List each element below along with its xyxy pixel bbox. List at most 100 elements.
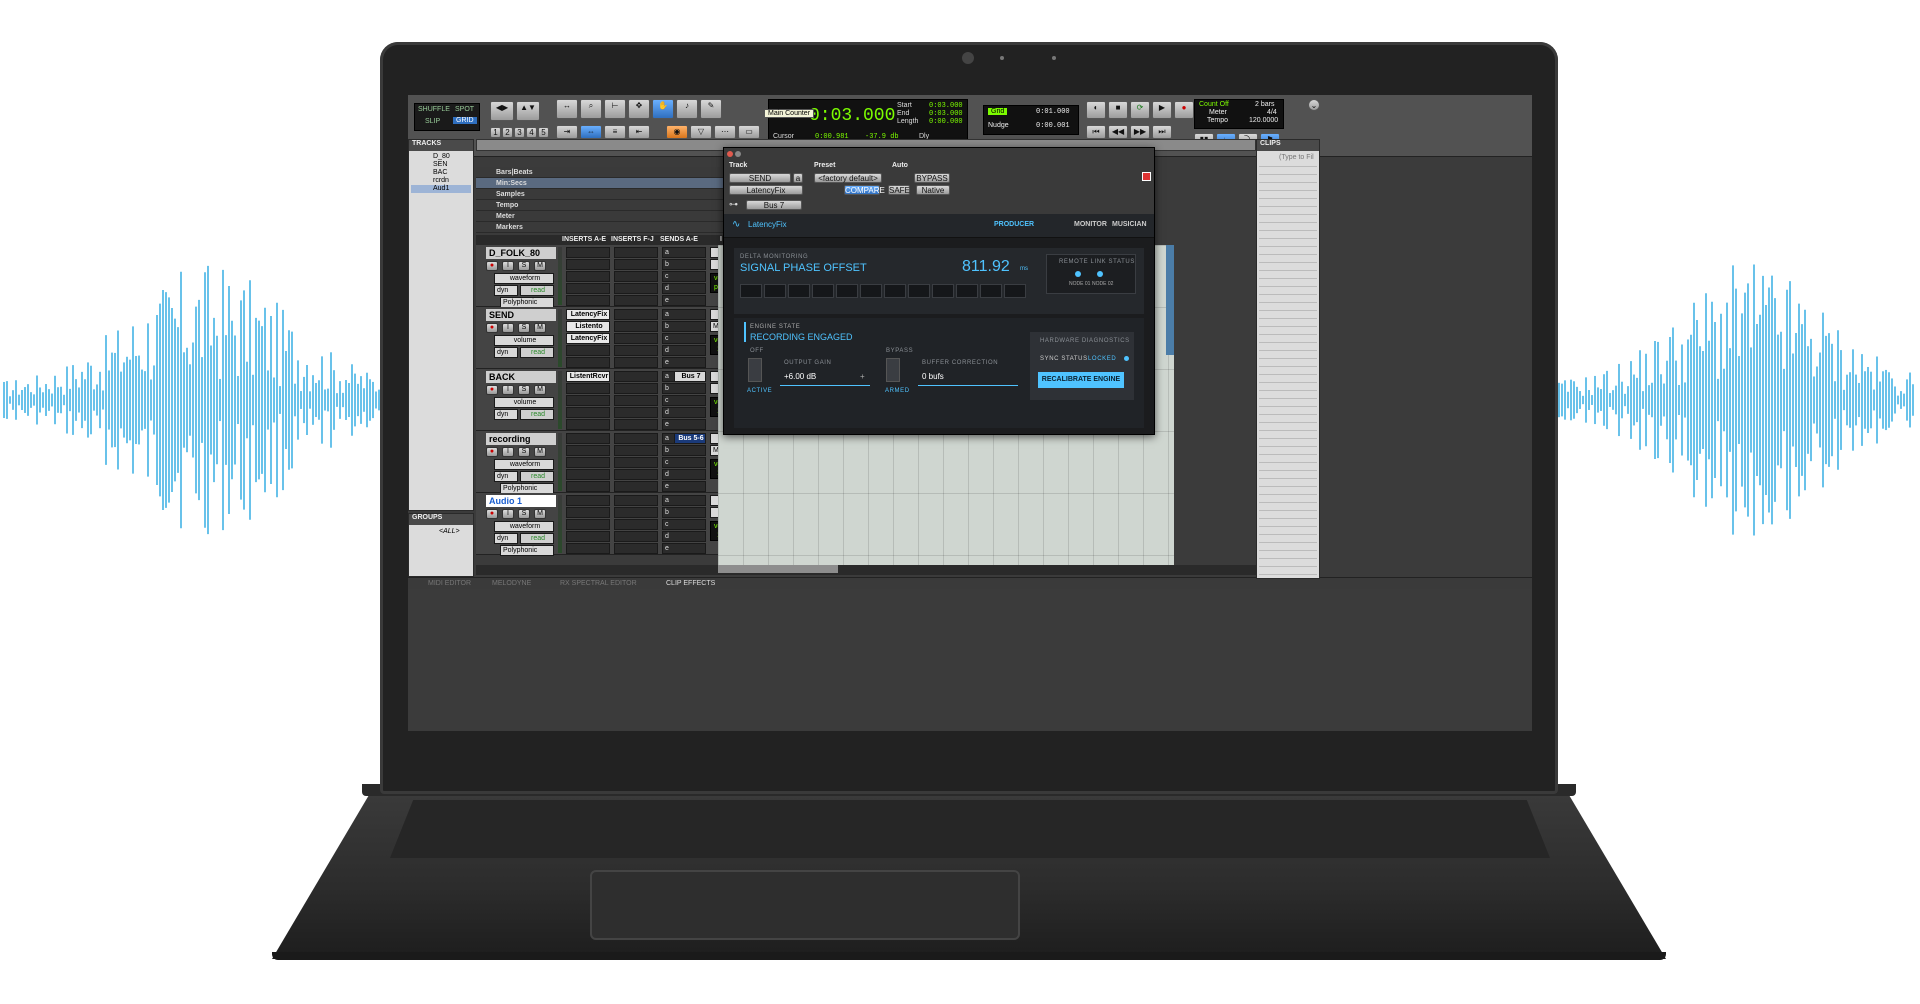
track-view-select[interactable]: waveform bbox=[494, 459, 554, 470]
output-gain-field[interactable]: OUTPUT GAIN +6.00 dB + bbox=[780, 358, 870, 386]
track-list-item[interactable]: D_80 bbox=[411, 153, 471, 161]
track-m-button[interactable]: M bbox=[534, 261, 546, 271]
send-slot[interactable]: a bbox=[662, 247, 706, 258]
mirror-midi-icon[interactable]: ◉ bbox=[666, 125, 688, 139]
buffer-correction-field[interactable]: BUFFER CORRECTION 0 bufs bbox=[918, 358, 1018, 386]
insert-slot[interactable] bbox=[566, 531, 610, 542]
send-slot[interactable]: e bbox=[662, 481, 706, 492]
zoom-preset-1[interactable]: 1 bbox=[490, 127, 501, 138]
tab-rx-spectral-editor[interactable]: RX SPECTRAL EDITOR bbox=[560, 580, 637, 587]
fast-forward-icon[interactable]: ▶▶ bbox=[1130, 125, 1150, 139]
minimize-window-icon[interactable] bbox=[735, 151, 741, 157]
send-slot[interactable]: b bbox=[662, 321, 706, 332]
tempo-value[interactable]: 120.0000 bbox=[1249, 117, 1278, 124]
send-slot[interactable]: c bbox=[662, 333, 706, 344]
go-to-end-icon[interactable]: ⏭ bbox=[1152, 125, 1172, 139]
shuffle-mode-button[interactable]: SHUFFLE bbox=[418, 106, 450, 113]
send-assignment[interactable]: Bus 7 bbox=[674, 371, 706, 382]
toolbar-menu-icon[interactable]: ⌄ bbox=[1308, 99, 1320, 111]
track-i-button[interactable]: I bbox=[502, 323, 514, 333]
insert-slot[interactable] bbox=[614, 469, 658, 480]
insert-slot[interactable] bbox=[614, 457, 658, 468]
track-s-button[interactable]: S bbox=[518, 447, 530, 457]
insert-slot[interactable] bbox=[566, 357, 610, 368]
insert-slot[interactable] bbox=[614, 333, 658, 344]
active-switch[interactable] bbox=[748, 358, 762, 382]
loop-play-icon[interactable]: ⟳ bbox=[1130, 101, 1150, 119]
tab-musician[interactable]: MUSICIAN bbox=[1112, 221, 1147, 228]
insert-slot[interactable] bbox=[614, 383, 658, 394]
record-icon[interactable]: ● bbox=[1174, 101, 1194, 119]
track-s-button[interactable]: S bbox=[518, 261, 530, 271]
track-list-item[interactable]: rcrdn bbox=[411, 177, 471, 185]
insert-slot[interactable] bbox=[566, 469, 610, 480]
play-icon[interactable]: ▶ bbox=[1152, 101, 1172, 119]
track-list-item[interactable]: SEN bbox=[411, 161, 471, 169]
record-arm-icon[interactable]: ● bbox=[486, 509, 498, 519]
insert-slot[interactable] bbox=[614, 271, 658, 282]
send-slot[interactable]: d bbox=[662, 469, 706, 480]
record-arm-icon[interactable]: ● bbox=[486, 323, 498, 333]
track-view-select[interactable]: volume bbox=[494, 335, 554, 346]
insert-slot[interactable] bbox=[566, 433, 610, 444]
plugin-native-button[interactable]: Native bbox=[916, 185, 950, 195]
close-window-icon[interactable] bbox=[727, 151, 733, 157]
track-name[interactable]: BACK bbox=[486, 371, 556, 383]
track-view-select[interactable]: waveform bbox=[494, 273, 554, 284]
clips-search[interactable]: (Type to Fil bbox=[1279, 154, 1314, 161]
insert-slot[interactable] bbox=[614, 357, 658, 368]
insert-slot[interactable] bbox=[566, 259, 610, 270]
insert-slot[interactable]: LatencyFix bbox=[566, 309, 610, 320]
send-slot[interactable]: e bbox=[662, 543, 706, 554]
send-slot[interactable]: d bbox=[662, 407, 706, 418]
insert-slot[interactable] bbox=[614, 295, 658, 306]
plugin-close-icon[interactable] bbox=[1142, 172, 1151, 181]
plugin-preset-select[interactable]: <factory default> bbox=[814, 173, 882, 183]
track-list-item[interactable]: Aud1 bbox=[411, 185, 471, 193]
insert-slot[interactable]: LatencyFix bbox=[566, 333, 610, 344]
insert-slot[interactable] bbox=[566, 543, 610, 554]
insert-slot[interactable] bbox=[614, 283, 658, 294]
send-slot[interactable]: d bbox=[662, 345, 706, 356]
track-m-button[interactable]: M bbox=[534, 385, 546, 395]
dyn-button[interactable]: dyn bbox=[494, 347, 518, 358]
return-to-zero-icon[interactable]: ⏮ bbox=[1086, 125, 1106, 139]
insert-slot[interactable] bbox=[614, 321, 658, 332]
insertion-follows-icon[interactable]: ⇤ bbox=[628, 125, 650, 139]
slip-mode-button[interactable]: SLIP bbox=[425, 118, 440, 125]
automation-mode-select[interactable]: read bbox=[520, 285, 554, 296]
plugin-safe-button[interactable]: SAFE bbox=[888, 185, 910, 195]
send-slot[interactable]: e bbox=[662, 357, 706, 368]
insert-slot[interactable] bbox=[566, 419, 610, 430]
insert-slot[interactable] bbox=[566, 383, 610, 394]
link-track-icon[interactable]: ≡ bbox=[604, 125, 626, 139]
zoom-preset-3[interactable]: 3 bbox=[514, 127, 525, 138]
insert-slot[interactable] bbox=[614, 247, 658, 258]
zoom-horizontal-button[interactable]: ◀▶ bbox=[490, 101, 514, 121]
send-slot[interactable]: e bbox=[662, 419, 706, 430]
automation-follows-icon[interactable]: ⋯ bbox=[714, 125, 736, 139]
group-all[interactable]: <ALL> bbox=[439, 528, 460, 535]
automation-mode-select[interactable]: read bbox=[520, 471, 554, 482]
send-slot[interactable]: b bbox=[662, 259, 706, 270]
zoom-vertical-button[interactable]: ▲▼ bbox=[516, 101, 540, 121]
record-arm-icon[interactable]: ● bbox=[486, 447, 498, 457]
send-slot[interactable]: c bbox=[662, 395, 706, 406]
insert-slot[interactable] bbox=[566, 247, 610, 258]
insert-slot[interactable] bbox=[614, 419, 658, 430]
send-slot[interactable]: d bbox=[662, 531, 706, 542]
grid-value[interactable]: 0:01.000 bbox=[1036, 108, 1070, 116]
track-s-button[interactable]: S bbox=[518, 323, 530, 333]
track-i-button[interactable]: I bbox=[502, 261, 514, 271]
track-list-item[interactable]: BAC bbox=[411, 169, 471, 177]
zoomer-tool-icon[interactable]: ↔ bbox=[556, 99, 578, 119]
insert-slot[interactable] bbox=[566, 495, 610, 506]
track-i-button[interactable]: I bbox=[502, 509, 514, 519]
track-s-button[interactable]: S bbox=[518, 385, 530, 395]
tab-midi-editor[interactable]: MIDI EDITOR bbox=[428, 580, 471, 587]
track-i-button[interactable]: I bbox=[502, 447, 514, 457]
zoom-preset-2[interactable]: 2 bbox=[502, 127, 513, 138]
record-arm-icon[interactable]: ● bbox=[486, 261, 498, 271]
insert-slot[interactable] bbox=[566, 445, 610, 456]
insert-slot[interactable] bbox=[614, 531, 658, 542]
